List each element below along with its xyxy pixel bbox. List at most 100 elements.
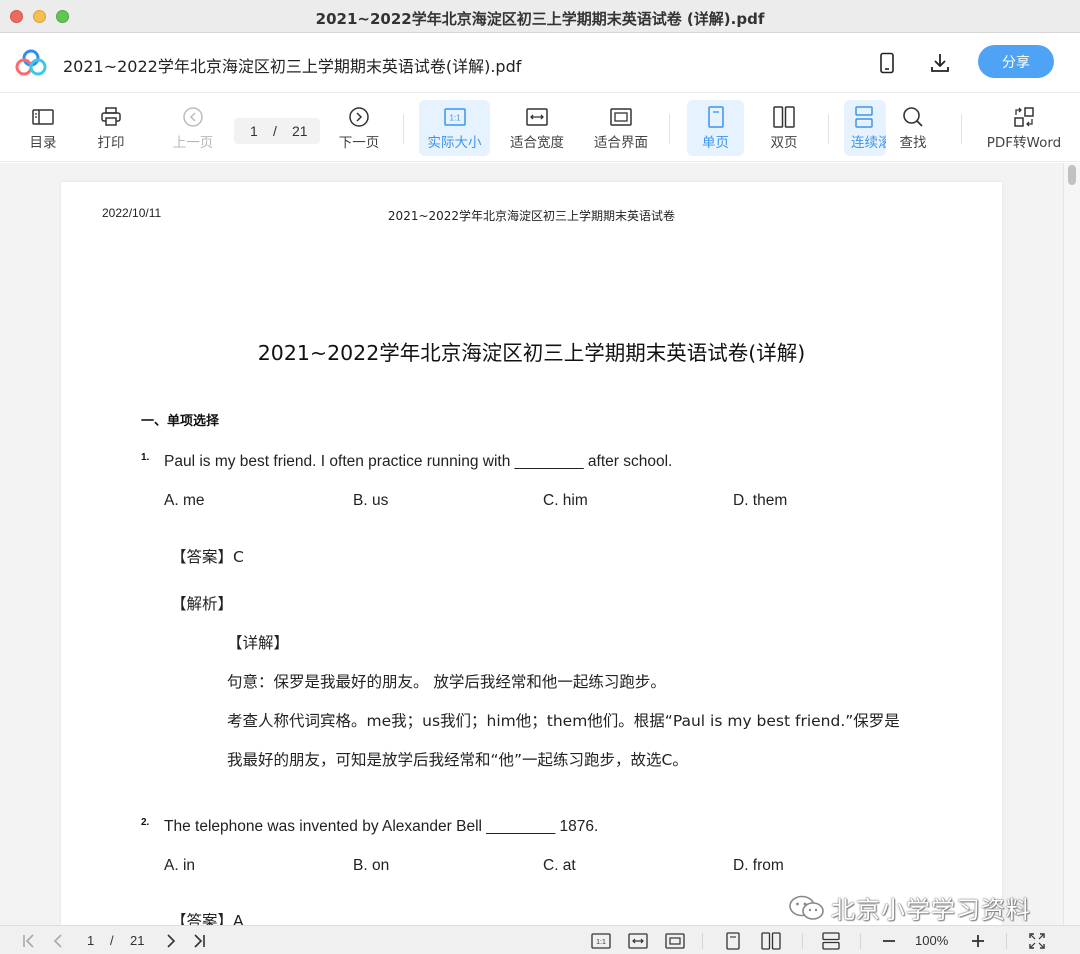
single-page-label: 单页 [702, 135, 729, 151]
pdf-page: 2022/10/11 2021~2022学年北京海淀区初三上学期期末英语试卷 2… [61, 182, 1002, 925]
status-current-page[interactable]: 1 [87, 933, 94, 948]
toc-button[interactable]: 目录 [22, 100, 64, 156]
analysis-label: 【解析】 [171, 595, 234, 613]
detail-line: 句意：保罗是我最好的朋友。 放学后我经常和他一起练习跑步。 [227, 673, 666, 691]
double-page-button[interactable]: 双页 [760, 100, 808, 156]
chevron-left-circle-icon [180, 106, 206, 128]
double-page-label: 双页 [770, 135, 798, 151]
fit-width-icon [524, 106, 550, 128]
pdf-to-word-label: PDF转Word [986, 135, 1062, 151]
page-number-box[interactable]: 1 / 21 [234, 118, 320, 144]
page-separator: / [273, 123, 277, 139]
scrollbar-thumb[interactable] [1068, 165, 1076, 185]
fit-width-label: 适合宽度 [510, 135, 564, 151]
first-page-icon[interactable] [20, 931, 38, 950]
double-page-icon [771, 106, 797, 128]
single-page-button[interactable]: 单页 [687, 100, 744, 156]
chevron-right-circle-icon [346, 106, 372, 128]
toc-label: 目录 [29, 135, 57, 151]
option-b: B. on [353, 857, 390, 874]
toolbar-divider [961, 114, 962, 144]
fit-screen-label: 适合界面 [594, 135, 648, 151]
option-d: D. from [733, 857, 784, 874]
double-page-icon[interactable] [760, 931, 782, 950]
watermark: 北京小学学习资料 [787, 890, 1031, 925]
document-title: 2021~2022学年北京海淀区初三上学期期末英语试卷(详解).pdf [63, 57, 522, 76]
continuous-scroll-icon[interactable] [820, 931, 842, 950]
answer-text: 【答案】A [171, 912, 244, 925]
status-page-separator: / [110, 933, 114, 948]
pdf-to-word-button[interactable]: PDF转Word [982, 100, 1066, 156]
toolbar-divider [403, 114, 404, 144]
toolbar-divider [669, 114, 670, 144]
actual-size-button[interactable]: 1:1 实际大小 [419, 100, 490, 156]
option-a: A. in [164, 857, 196, 874]
window-title: 2021~2022学年北京海淀区初三上学期期末英语试卷 (详解).pdf [315, 10, 765, 28]
sidebar-icon [30, 106, 56, 128]
zoom-level: 100% [915, 933, 949, 948]
zoom-out-icon[interactable] [880, 931, 898, 950]
status-divider [702, 933, 703, 949]
status-divider [860, 933, 861, 949]
fit-screen-button[interactable]: 适合界面 [589, 100, 653, 156]
actual-size-label: 实际大小 [427, 135, 482, 151]
option-a: A. me [164, 492, 205, 509]
continuous-scroll-button[interactable]: 连续滚动 [844, 100, 886, 156]
find-label: 查找 [899, 135, 927, 151]
actual-size-icon[interactable]: 1:1 [590, 931, 612, 950]
next-page-button[interactable]: 下一页 [334, 100, 384, 156]
option-c: C. him [543, 492, 588, 509]
last-page-icon[interactable] [190, 931, 208, 950]
prev-page-icon[interactable] [50, 931, 66, 950]
zoom-in-icon[interactable] [969, 931, 987, 950]
convert-icon [1011, 106, 1037, 128]
option-b: B. us [353, 492, 389, 509]
single-page-icon [703, 106, 729, 128]
page-running-header: 2021~2022学年北京海淀区初三上学期期末英语试卷 [387, 209, 676, 223]
vertical-scrollbar[interactable] [1063, 163, 1080, 925]
status-divider [1006, 933, 1007, 949]
option-c: C. at [543, 857, 576, 874]
section-heading: 一、单项选择 [141, 414, 220, 429]
fit-screen-icon[interactable] [664, 931, 686, 950]
document-viewport[interactable]: 2022/10/11 2021~2022学年北京海淀区初三上学期期末英语试卷 2… [0, 163, 1080, 925]
toolbar-divider [828, 114, 829, 144]
detail-label: 【详解】 [227, 634, 290, 652]
detail-line: 考查人称代词宾格。me我；us我们；him他；them他们。根据“Paul is… [227, 712, 900, 730]
detail-line: 我最好的朋友，可知是放学后我经常和“他”一起练习跑步，故选C。 [227, 751, 688, 769]
status-actual-size-glyph: 1:1 [596, 939, 606, 946]
continuous-scroll-icon [851, 106, 877, 128]
printer-icon [98, 106, 124, 128]
question-number: 2. [141, 817, 150, 828]
question-text: The telephone was invented by Alexander … [164, 818, 599, 835]
answer-text: 【答案】C [171, 548, 244, 566]
single-page-icon[interactable] [724, 931, 742, 950]
continuous-scroll-label: 连续滚动 [851, 135, 886, 151]
find-button[interactable]: 查找 [892, 100, 934, 156]
page-title: 2021~2022学年北京海淀区初三上学期期末英语试卷(详解) [257, 341, 806, 365]
download-icon[interactable] [927, 50, 953, 76]
status-total-pages: 21 [130, 933, 145, 948]
share-button[interactable]: 分享 [978, 45, 1054, 78]
next-page-icon[interactable] [163, 931, 179, 950]
actual-size-glyph: 1:1 [449, 114, 461, 123]
current-page-input[interactable]: 1 [250, 123, 258, 139]
fit-width-icon[interactable] [627, 931, 649, 950]
print-button[interactable]: 打印 [90, 100, 132, 156]
fit-width-button[interactable]: 适合宽度 [505, 100, 569, 156]
wechat-icon [789, 895, 824, 920]
app-logo-icon [15, 49, 47, 76]
total-pages: 21 [292, 123, 308, 139]
prev-page-label: 上一页 [172, 135, 214, 151]
prev-page-button[interactable]: 上一页 [168, 100, 218, 156]
watermark-text: 北京小学学习资料 [831, 896, 1031, 924]
window-title-bar: 2021~2022学年北京海淀区初三上学期期末英语试卷 (详解).pdf [0, 0, 1080, 33]
fit-screen-icon [608, 106, 634, 128]
app-header: 2021~2022学年北京海淀区初三上学期期末英语试卷(详解).pdf 分享 [0, 33, 1080, 93]
next-page-label: 下一页 [338, 135, 380, 151]
print-label: 打印 [97, 135, 125, 151]
fullscreen-icon[interactable] [1027, 931, 1047, 950]
toolbar: 目录 打印 上一页 1 / 21 下一页 1:1 实际大小 适合宽度 适合界面 … [0, 94, 1080, 162]
phone-icon[interactable] [874, 50, 900, 76]
status-divider [802, 933, 803, 949]
